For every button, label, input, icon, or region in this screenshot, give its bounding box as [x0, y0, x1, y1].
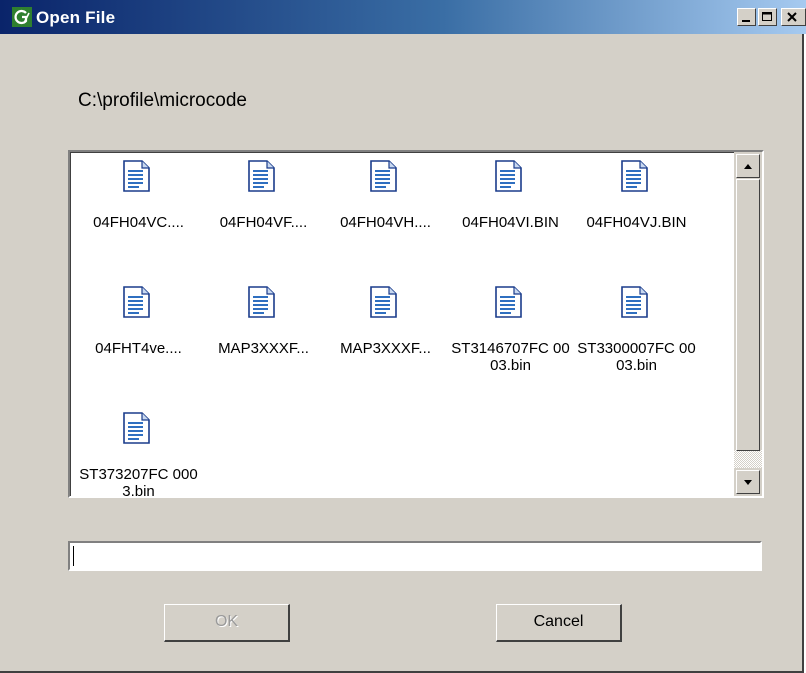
file-item[interactable]: MAP3XXXF... [201, 278, 326, 388]
file-name: 04FH04VC.... [93, 214, 184, 231]
file-item[interactable]: 04FHT4ve.... [76, 278, 201, 388]
arrow-down-icon [744, 480, 752, 485]
maximize-icon [762, 12, 772, 21]
file-item[interactable]: 04FH04VH.... [323, 152, 448, 262]
file-item[interactable]: ST373207FC 0003.bin [76, 404, 201, 498]
file-item[interactable]: 04FH04VJ.BIN [574, 152, 699, 262]
file-list[interactable]: 04FH04VC.... 04FH04VF.... 04FH04VH.... 04FH… [68, 150, 764, 498]
title-bar[interactable]: Open File [0, 0, 806, 34]
document-file-icon [621, 286, 648, 318]
close-icon [787, 12, 797, 22]
file-name: MAP3XXXF... [218, 340, 309, 357]
file-item[interactable]: ST3146707FC 0003.bin [448, 278, 573, 388]
file-item[interactable]: ST3300007FC 0003.bin [574, 278, 699, 388]
file-name: 04FH04VI.BIN [462, 214, 559, 231]
minimize-button[interactable] [737, 8, 756, 26]
file-name: 04FH04VJ.BIN [586, 214, 687, 231]
maximize-button[interactable] [758, 8, 777, 26]
file-name: 04FHT4ve.... [95, 340, 182, 357]
document-file-icon [370, 160, 397, 192]
window-title: Open File [36, 8, 116, 27]
cancel-button[interactable]: Cancel [496, 604, 622, 642]
file-item[interactable]: 04FH04VF.... [201, 152, 326, 262]
document-file-icon [248, 286, 275, 318]
document-file-icon [370, 286, 397, 318]
scrollbar-thumb[interactable] [736, 179, 760, 451]
file-name: ST3146707FC 0003.bin [451, 340, 570, 374]
filename-input[interactable] [68, 541, 762, 571]
open-file-dialog: Open File C:\profile\microcode 04FH04VC.… [0, 0, 806, 673]
file-item[interactable]: 04FH04VC.... [76, 152, 201, 262]
scroll-down-button[interactable] [736, 470, 760, 494]
file-name: ST373207FC 0003.bin [79, 466, 198, 498]
scrollbar-track-lower[interactable] [734, 450, 762, 468]
current-path: C:\profile\microcode [78, 90, 247, 111]
document-file-icon [123, 412, 150, 444]
vertical-scrollbar[interactable] [734, 152, 762, 496]
grass-valley-logo-icon [12, 7, 32, 27]
text-caret [73, 546, 74, 566]
close-button[interactable] [781, 8, 806, 26]
document-file-icon [123, 160, 150, 192]
file-name: MAP3XXXF... [340, 340, 431, 357]
ok-button[interactable]: OK [164, 604, 290, 642]
file-name: 04FH04VH.... [340, 214, 431, 231]
file-name: ST3300007FC 0003.bin [577, 340, 696, 374]
arrow-up-icon [744, 164, 752, 169]
document-file-icon [621, 160, 648, 192]
file-name: 04FH04VF.... [219, 214, 308, 231]
document-file-icon [123, 286, 150, 318]
minimize-icon [742, 20, 750, 22]
file-item[interactable]: MAP3XXXF... [323, 278, 448, 388]
document-file-icon [495, 286, 522, 318]
file-item[interactable]: 04FH04VI.BIN [448, 152, 573, 262]
document-file-icon [248, 160, 275, 192]
document-file-icon [495, 160, 522, 192]
scroll-up-button[interactable] [736, 154, 760, 178]
